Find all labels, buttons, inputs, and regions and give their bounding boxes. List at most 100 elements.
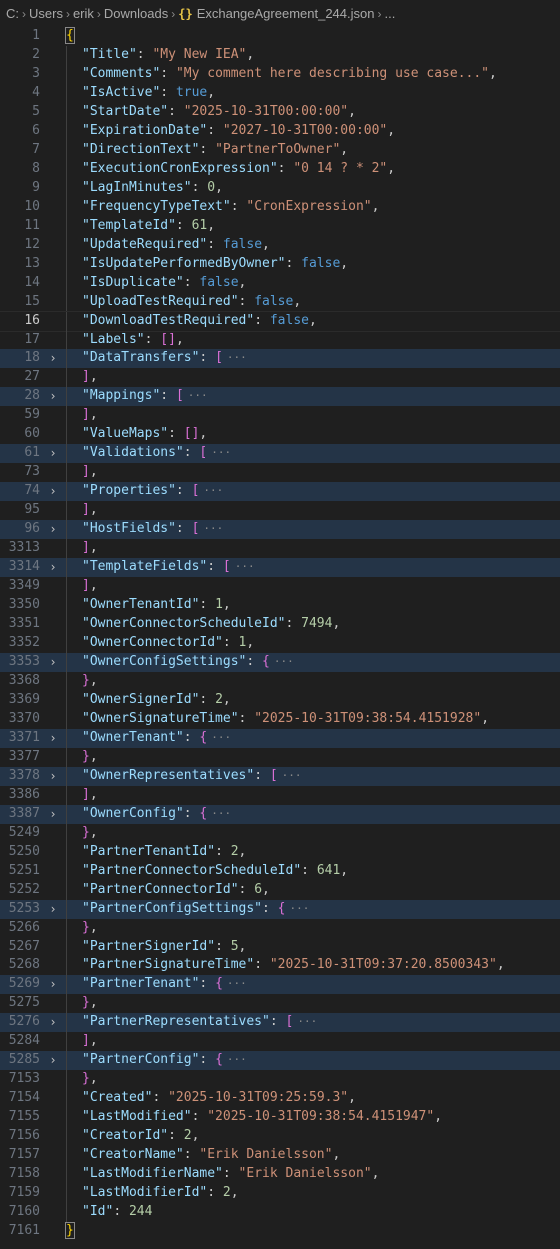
code-line[interactable]: 3370 "OwnerSignatureTime": "2025-10-31T09… [0, 709, 560, 729]
code-line[interactable]: 3351 "OwnerConnectorScheduleId": 7494, [0, 615, 560, 634]
code-line[interactable]: 16 "DownloadTestRequired": false, [0, 310, 560, 332]
code-line[interactable]: 3369 "OwnerSignerId": 2, [0, 690, 560, 710]
fold-ellipsis[interactable]: ··· [227, 351, 247, 364]
code-line[interactable]: 60 "ValueMaps": [], [0, 425, 560, 445]
code-line[interactable]: 7158 "LastModifierName": "Erik Danielsson… [0, 1165, 560, 1185]
code-editor[interactable]: 1{2 "Title": "My New IEA", 3 "Comments": "M… [0, 27, 560, 1241]
fold-ellipsis[interactable]: ··· [203, 522, 223, 535]
code-line[interactable]: 1{ [0, 27, 560, 46]
code-line[interactable]: 3313], [0, 539, 560, 559]
fold-ellipsis[interactable]: ··· [211, 446, 231, 459]
code-line[interactable]: 73], [0, 463, 560, 483]
code-line[interactable]: 5275}, [0, 994, 560, 1014]
code-line[interactable]: 5253 › "PartnerConfigSettings": {··· [0, 899, 560, 919]
fold-chevron-icon[interactable]: › [40, 444, 66, 463]
code-line[interactable]: 5267 "PartnerSignerId": 5, [0, 937, 560, 957]
code-line[interactable]: 5284], [0, 1032, 560, 1052]
code-line[interactable]: 7153}, [0, 1070, 560, 1090]
fold-ellipsis[interactable]: ··· [297, 1015, 317, 1028]
fold-ellipsis[interactable]: ··· [290, 902, 310, 915]
code-line[interactable]: 3368}, [0, 671, 560, 691]
fold-chevron-icon[interactable]: › [40, 900, 66, 919]
code-line[interactable]: 5268 "PartnerSignatureTime": "2025-10-31T… [0, 956, 560, 976]
fold-chevron-icon[interactable]: › [40, 729, 66, 748]
code-line[interactable]: 17 "Labels": [], [0, 330, 560, 350]
fold-chevron-icon[interactable]: › [40, 520, 66, 539]
code-line[interactable]: 7161} [0, 1222, 560, 1241]
breadcrumb-downloads[interactable]: Downloads [104, 6, 168, 21]
code-line[interactable]: 7159 "LastModifierId": 2, [0, 1184, 560, 1204]
code-line[interactable]: 5269 › "PartnerTenant": {··· [0, 975, 560, 995]
fold-chevron-icon[interactable]: › [40, 558, 66, 577]
code-line[interactable]: 12 "UpdateRequired": false, [0, 235, 560, 255]
fold-chevron-icon[interactable]: › [40, 975, 66, 994]
fold-chevron-icon[interactable]: › [40, 805, 66, 824]
breadcrumb-users[interactable]: Users [29, 6, 63, 21]
code-line[interactable]: 2 "Title": "My New IEA", [0, 45, 560, 65]
code-line[interactable]: 18 › "DataTransfers": [··· [0, 349, 560, 369]
code-line[interactable]: 7155 "LastModified": "2025-10-31T09:38:54… [0, 1108, 560, 1128]
code-line[interactable]: 14 "IsDuplicate": false, [0, 273, 560, 293]
code-line[interactable]: 59], [0, 406, 560, 426]
fold-ellipsis[interactable]: ··· [235, 560, 255, 573]
code-line[interactable]: 7156 "CreatorId": 2, [0, 1127, 560, 1147]
code-line[interactable]: 28 › "Mappings": [··· [0, 387, 560, 407]
code-line[interactable]: 9 "LagInMinutes": 0, [0, 178, 560, 198]
fold-ellipsis[interactable]: ··· [188, 389, 208, 402]
code-line[interactable]: 7154 "Created": "2025-10-31T09:25:59.3", [0, 1089, 560, 1109]
code-line[interactable]: 11 "TemplateId": 61, [0, 216, 560, 236]
code-line[interactable]: 3352 "OwnerConnectorId": 1, [0, 634, 560, 653]
fold-ellipsis[interactable]: ··· [211, 807, 231, 820]
fold-chevron-icon[interactable]: › [40, 1013, 66, 1032]
code-line[interactable]: 4 "IsActive": true, [0, 83, 560, 103]
fold-chevron-icon[interactable]: › [40, 653, 66, 672]
code-line[interactable]: 5251 "PartnerConnectorScheduleId": 641, [0, 861, 560, 881]
fold-ellipsis[interactable]: ··· [227, 1053, 247, 1066]
code-line[interactable]: 3 "Comments": "My comment here describing… [0, 64, 560, 84]
code-line[interactable]: 3314 › "TemplateFields": [··· [0, 558, 560, 578]
code-line[interactable]: 13 "IsUpdatePerformedByOwner": false, [0, 254, 560, 274]
code-line[interactable]: 8 "ExecutionCronExpression": "0 14 ? * 2"… [0, 159, 560, 179]
code-line[interactable]: 3350 "OwnerTenantId": 1, [0, 596, 560, 616]
fold-ellipsis[interactable]: ··· [203, 484, 223, 497]
fold-ellipsis[interactable]: ··· [282, 769, 302, 782]
code-line[interactable]: 7 "DirectionText": "PartnerToOwner", [0, 140, 560, 160]
fold-ellipsis[interactable]: ··· [227, 977, 247, 990]
code-line[interactable]: 3378 › "OwnerRepresentatives": [··· [0, 766, 560, 786]
code-line[interactable]: 6 "ExpirationDate": "2027-10-31T00:00:00"… [0, 121, 560, 141]
code-line[interactable]: 3377}, [0, 747, 560, 767]
code-line[interactable]: 5249}, [0, 823, 560, 843]
code-line[interactable]: 7157 "CreatorName": "Erik Danielsson", [0, 1146, 560, 1166]
json-punctuation: : [207, 1185, 223, 1201]
breadcrumb-file[interactable]: ExchangeAgreement_244.json [197, 6, 375, 21]
code-line[interactable]: 5285 › "PartnerConfig": {··· [0, 1051, 560, 1071]
code-line[interactable]: 7160 "Id": 244 [0, 1203, 560, 1223]
fold-chevron-icon[interactable]: › [40, 482, 66, 501]
code-line[interactable]: 3371 › "OwnerTenant": {··· [0, 728, 560, 748]
fold-chevron-icon[interactable]: › [40, 1051, 66, 1070]
fold-chevron-icon[interactable]: › [40, 767, 66, 786]
fold-ellipsis[interactable]: ··· [211, 731, 231, 744]
code-line[interactable]: 5276 › "PartnerRepresentatives": [··· [0, 1013, 560, 1033]
code-line[interactable]: 74 › "Properties": [··· [0, 482, 560, 502]
code-line[interactable]: 96 › "HostFields": [··· [0, 520, 560, 540]
fold-ellipsis[interactable]: ··· [274, 655, 294, 668]
code-line[interactable]: 27], [0, 368, 560, 388]
code-line[interactable]: 10 "FrequencyTypeText": "CronExpression", [0, 197, 560, 217]
code-line[interactable]: 3353 › "OwnerConfigSettings": {··· [0, 652, 560, 672]
code-line[interactable]: 5252 "PartnerConnectorId": 6, [0, 880, 560, 900]
code-line[interactable]: 3387 › "OwnerConfig": {··· [0, 804, 560, 824]
code-line[interactable]: 61 › "Validations": [··· [0, 444, 560, 464]
code-line[interactable]: 3349], [0, 577, 560, 597]
code-line[interactable]: 5250 "PartnerTenantId": 2, [0, 842, 560, 862]
code-line[interactable]: 5 "StartDate": "2025-10-31T00:00:00", [0, 102, 560, 122]
code-line[interactable]: 15 "UploadTestRequired": false, [0, 292, 560, 312]
breadcrumb-drive[interactable]: C: [6, 6, 19, 21]
fold-chevron-icon[interactable]: › [40, 387, 66, 406]
code-line[interactable]: 3386], [0, 785, 560, 805]
breadcrumb-more[interactable]: ... [384, 6, 395, 21]
breadcrumb-erik[interactable]: erik [73, 6, 94, 21]
code-line[interactable]: 95], [0, 501, 560, 521]
code-line[interactable]: 5266}, [0, 918, 560, 938]
fold-chevron-icon[interactable]: › [40, 349, 66, 368]
